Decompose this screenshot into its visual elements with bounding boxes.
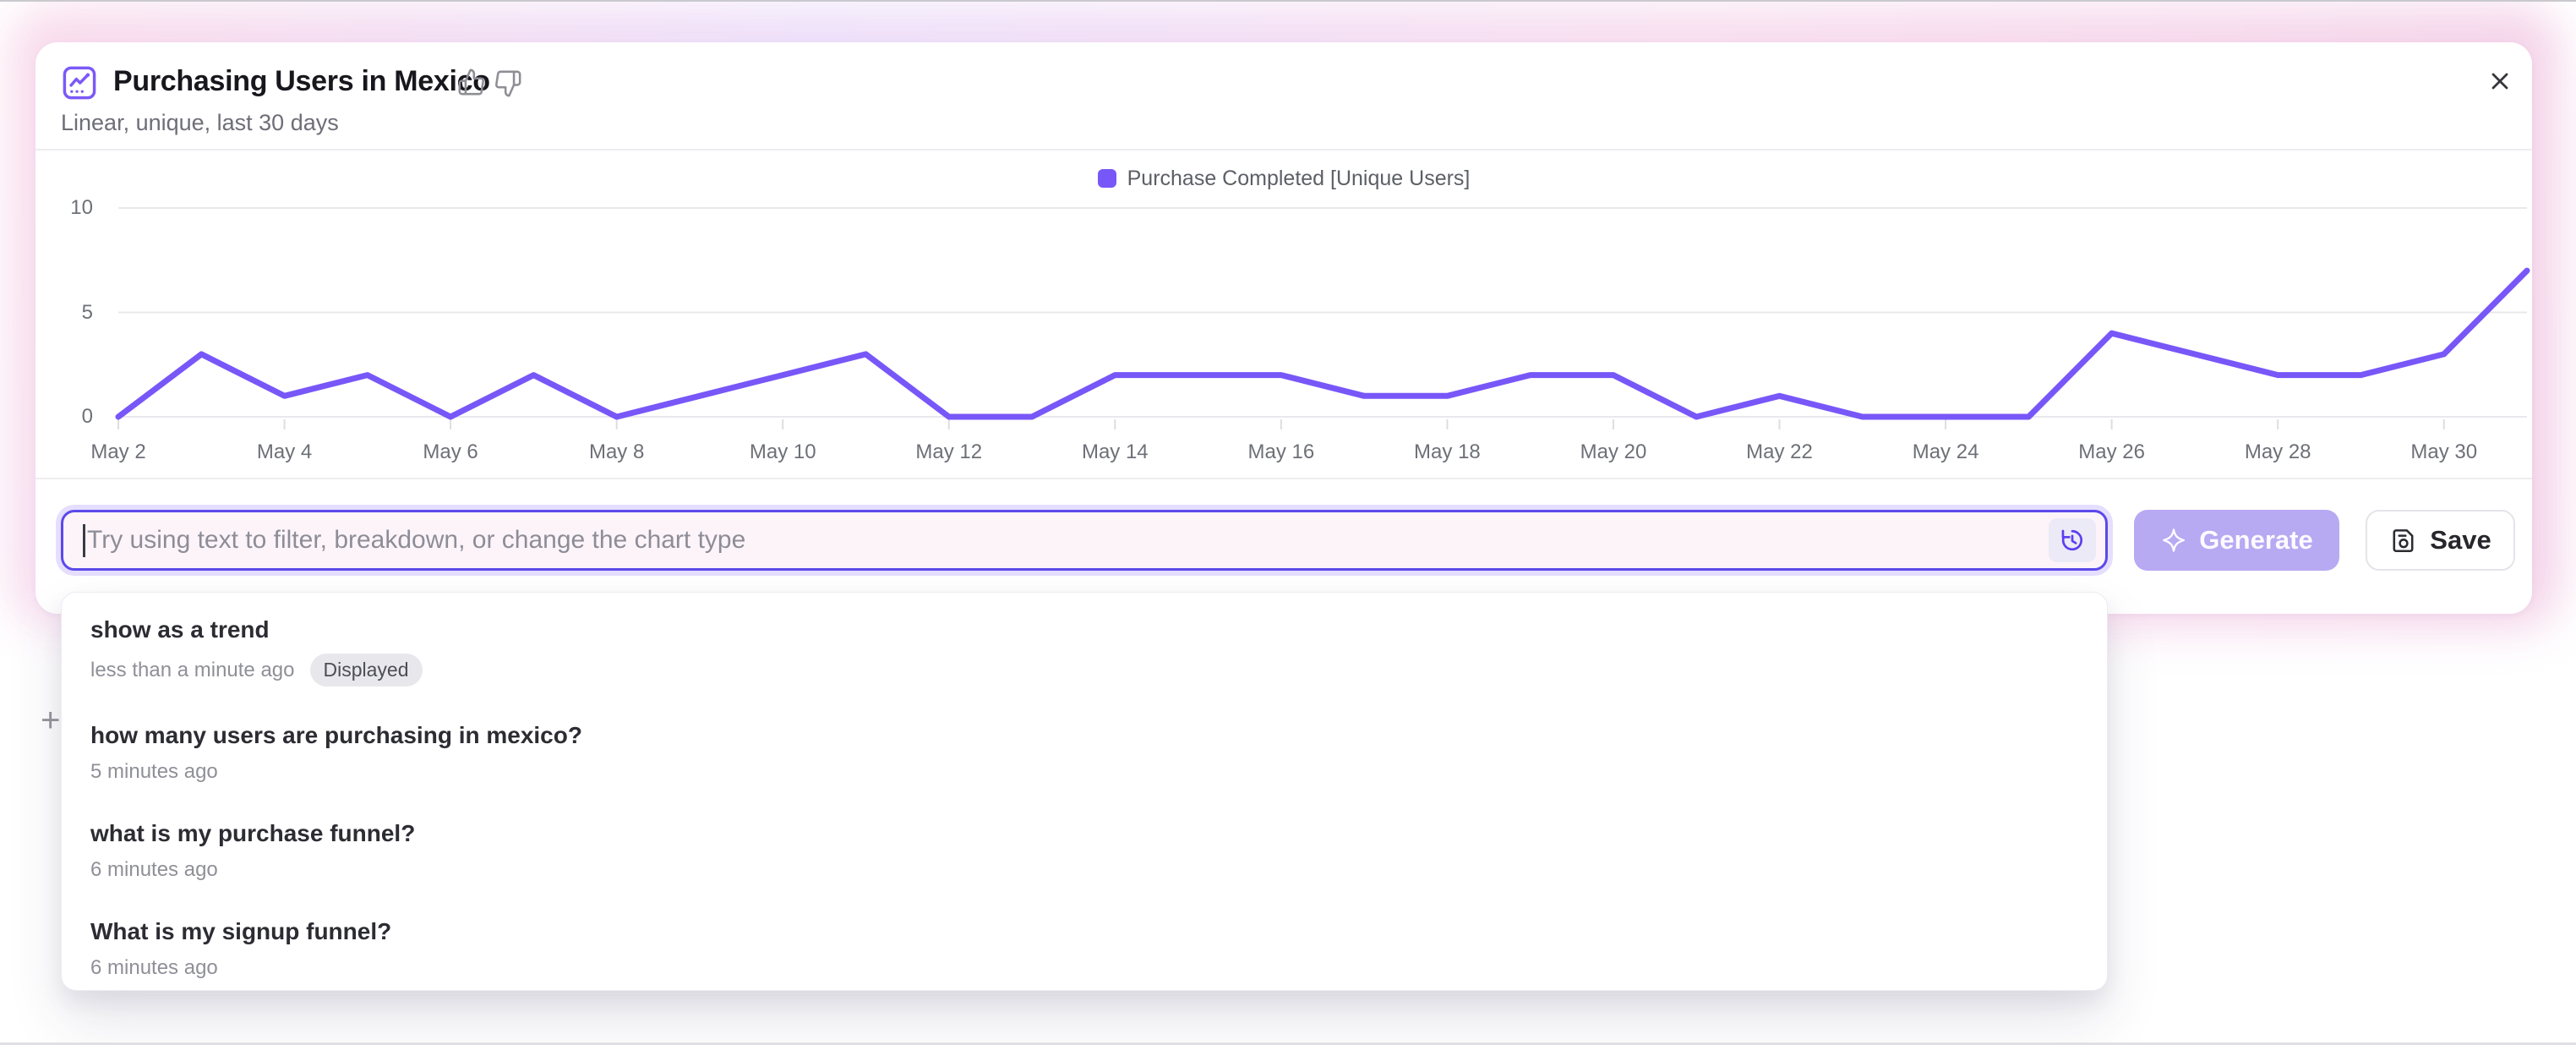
history-item[interactable]: What is my signup funnel? 6 minutes ago [62,900,2107,991]
close-button[interactable] [2481,63,2519,100]
history-item-query: show as a trend [90,615,2078,645]
x-axis-label: May 12 [915,440,982,465]
history-item-time: 5 minutes ago [90,759,218,785]
history-item-time: 6 minutes ago [90,857,218,883]
y-axis-label: 5 [42,301,93,325]
y-axis-label: 10 [42,196,93,220]
x-axis-label: May 26 [2078,440,2145,465]
x-axis-label: May 20 [1580,440,1647,465]
x-axis-label: May 14 [1082,440,1149,465]
history-item-meta: 5 minutes ago [90,759,2078,785]
history-item-time: less than a minute ago [90,658,295,683]
x-axis-label: May 16 [1248,440,1315,465]
page-title: Purchasing Users in Mexico [113,63,490,100]
text-caret [83,524,85,557]
chart-insight-icon [61,64,98,101]
history-item-meta: less than a minute ago Displayed [90,654,2078,687]
chart-area: Purchase Completed [Unique Users] 0510Ma… [35,161,2532,478]
history-item-badge: Displayed [310,654,423,687]
history-item-time: 6 minutes ago [90,955,218,981]
history-item-query: What is my signup funnel? [90,916,2078,947]
chart-divider [35,478,2532,479]
save-icon [2389,526,2418,555]
background-plus-icon: + [41,702,60,740]
history-button[interactable] [2049,518,2096,562]
query-history-dropdown: show as a trend less than a minute ago D… [61,592,2108,991]
close-icon [2486,68,2513,95]
x-axis-label: May 10 [750,440,816,465]
x-axis-label: May 2 [90,440,145,465]
history-icon [2058,526,2087,555]
line-series [118,271,2527,417]
line-chart [35,161,2532,478]
history-item[interactable]: how many users are purchasing in mexico?… [62,703,2107,802]
history-item-meta: 6 minutes ago [90,857,2078,883]
thumbs-down-button[interactable] [494,69,522,98]
history-item-query: how many users are purchasing in mexico? [90,720,2078,751]
history-item-query: what is my purchase funnel? [90,818,2078,849]
generate-label: Generate [2199,525,2312,555]
history-item-meta: 6 minutes ago [90,955,2078,981]
thumbs-up-button[interactable] [457,68,486,96]
x-axis-label: May 4 [257,440,312,465]
x-axis-label: May 28 [2245,440,2311,465]
x-axis-label: May 8 [589,440,644,465]
sparkle-icon [2160,527,2187,554]
save-label: Save [2430,525,2491,555]
y-axis-label: 0 [42,405,93,429]
history-item[interactable]: what is my purchase funnel? 6 minutes ag… [62,802,2107,900]
generate-button[interactable]: Generate [2134,510,2339,571]
history-item[interactable]: show as a trend less than a minute ago D… [62,598,2107,703]
x-axis-label: May 6 [423,440,478,465]
chart-subtitle: Linear, unique, last 30 days [61,108,339,137]
prompt-input-wrapper [61,510,2108,571]
x-axis-label: May 22 [1746,440,1813,465]
viewport-top-border [0,0,2576,2]
header-divider [35,149,2532,150]
insight-card: Purchasing Users in Mexico Linear, uniqu… [35,42,2532,614]
x-axis-label: May 18 [1414,440,1481,465]
x-axis-label: May 30 [2410,440,2477,465]
prompt-input[interactable] [63,512,2105,568]
x-axis-label: May 24 [1913,440,1979,465]
save-button[interactable]: Save [2366,510,2515,571]
